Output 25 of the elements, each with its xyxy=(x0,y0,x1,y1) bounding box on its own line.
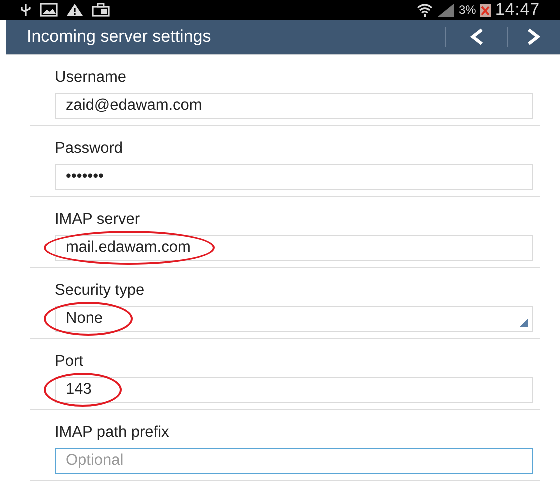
clock-time: 14:47 xyxy=(495,0,540,22)
field-label: IMAP path prefix xyxy=(54,423,170,443)
input-field[interactable]: ••••••• xyxy=(55,164,533,190)
signal-icon xyxy=(436,3,455,17)
field-label: Username xyxy=(54,68,128,88)
dropdown-indicator-icon xyxy=(520,319,528,327)
battery-icon xyxy=(480,3,492,17)
usb-icon xyxy=(20,3,32,17)
chevron-right-icon xyxy=(527,28,541,46)
wifi-icon xyxy=(416,3,433,17)
input-field[interactable]: Optional xyxy=(55,448,533,474)
dropdown-field[interactable]: None xyxy=(55,306,533,332)
field-label: IMAP server xyxy=(54,210,141,230)
field-label: Port xyxy=(54,352,84,372)
input-field[interactable]: 143 xyxy=(55,377,533,403)
input-field[interactable]: zaid@edawam.com xyxy=(55,93,533,119)
input-field[interactable]: mail.edawam.com xyxy=(55,235,533,261)
battery-percentage: 3% xyxy=(458,2,476,19)
screen-title: Incoming server settings xyxy=(27,26,212,48)
warning-icon xyxy=(66,3,84,17)
briefcase-icon xyxy=(92,3,110,17)
image-icon xyxy=(40,3,58,17)
chevron-left-icon xyxy=(470,28,484,46)
field-label: Password xyxy=(54,139,124,159)
field-label: Security type xyxy=(54,281,146,301)
